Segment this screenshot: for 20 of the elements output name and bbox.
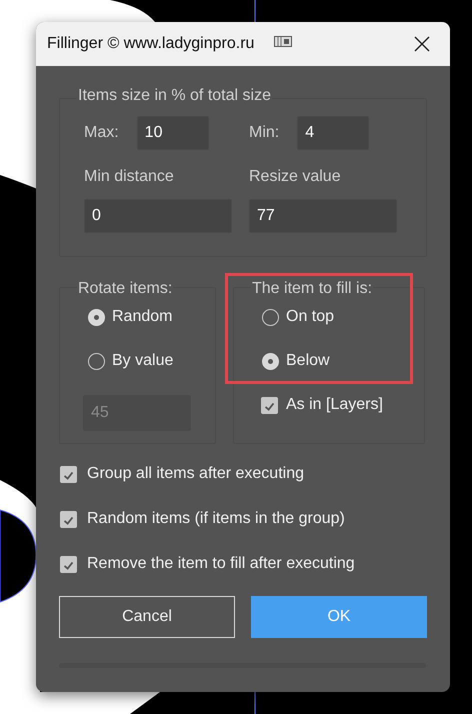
field-label: Resize value <box>249 168 342 186</box>
checkbox-option[interactable]: Remove the item to fill after executing <box>60 553 427 575</box>
checkbox-option[interactable]: Random items (if items in the group) <box>60 508 427 530</box>
radio-option[interactable]: Random <box>88 306 215 328</box>
checkbox-option[interactable]: Group all items after executing <box>60 463 427 485</box>
field-label: Min distance <box>84 168 175 186</box>
input-field[interactable]: 10 <box>136 116 209 150</box>
radio-option[interactable]: Below <box>262 350 424 372</box>
input-field[interactable]: 0 <box>84 199 232 233</box>
field-label: Min: <box>249 124 280 142</box>
checkbox-option[interactable]: As in [Layers] <box>261 394 424 416</box>
field-label: Max: <box>84 124 119 142</box>
input-field[interactable]: 77 <box>249 199 397 233</box>
window-title: Fillinger © www.ladyginpro.ru <box>47 35 254 53</box>
panel-icon[interactable] <box>274 36 292 46</box>
radio-option[interactable]: By value <box>88 350 215 372</box>
cancel-button[interactable]: Cancel <box>59 596 235 638</box>
radio-option[interactable]: On top <box>262 306 424 328</box>
input-field[interactable]: 4 <box>297 116 370 150</box>
close-icon[interactable] <box>414 36 430 52</box>
